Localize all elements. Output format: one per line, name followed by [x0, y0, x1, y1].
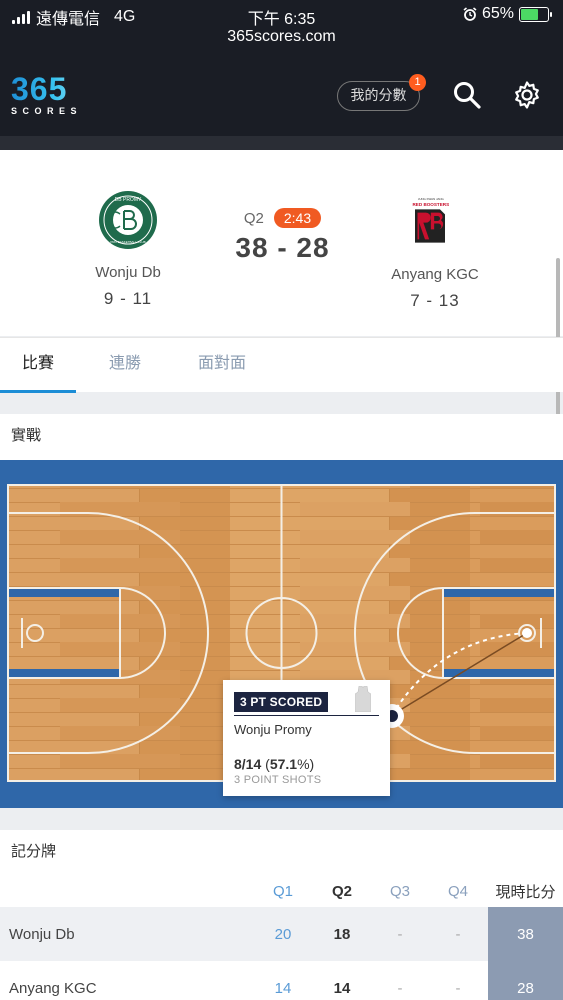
- header-q3: Q3: [389, 883, 410, 900]
- row-team: Anyang KGC: [9, 979, 97, 997]
- header-q1: Q1: [272, 883, 293, 900]
- row-q3: -: [397, 979, 403, 997]
- tab-streaks[interactable]: 連勝: [90, 338, 160, 393]
- table-row: Wonju Db 20 18 - - 38: [0, 907, 563, 961]
- match-tabs: 比賽 連勝 面對面: [0, 337, 563, 393]
- row-q4: -: [455, 925, 461, 943]
- header-total: 現時比分: [495, 884, 556, 901]
- shot-stat-label: 3 POINT SHOTS: [234, 774, 322, 786]
- jersey-icon: [355, 686, 371, 712]
- battery-icon: [519, 6, 552, 22]
- header-q2: Q2: [331, 883, 352, 900]
- my-scores-button[interactable]: 我的分數 1: [337, 74, 426, 111]
- tab-head-to-head[interactable]: 面對面: [180, 338, 264, 393]
- row-q1: 20: [274, 925, 292, 943]
- shot-stat: 8/14 (57.1%): [234, 756, 315, 772]
- my-scores-label: 我的分數: [350, 87, 407, 103]
- svg-text:RED BOOSTERS: RED BOOSTERS: [413, 202, 450, 207]
- svg-text:PRO BASKETBALL CLUB: PRO BASKETBALL CLUB: [110, 240, 145, 244]
- table-row: Anyang KGC 14 14 - - 28: [0, 961, 563, 1000]
- battery-percent: 65%: [481, 5, 514, 22]
- gear-icon[interactable]: [512, 80, 542, 110]
- scoreboard-header: Q1 Q2 Q3 Q4 現時比分: [0, 876, 563, 907]
- header-divider: [0, 136, 563, 150]
- row-total: 38: [488, 907, 563, 961]
- match-score: 38 - 28: [235, 232, 330, 263]
- play-tooltip[interactable]: 3 PT SCORED Wonju Promy 8/14 (57.1%) 3 P…: [223, 680, 390, 796]
- page-url[interactable]: 365scores.com: [0, 28, 563, 46]
- match-header: DB PROMY PRO BASKETBALL CLUB Wonju Db 9 …: [0, 150, 563, 484]
- device-status: 65%: [463, 5, 552, 23]
- svg-text:DB PROMY: DB PROMY: [115, 197, 142, 203]
- row-q1: 14: [274, 979, 292, 997]
- period-label: Q2: [243, 209, 264, 227]
- alarm-icon: [463, 7, 477, 21]
- home-team[interactable]: DB PROMY PRO BASKETBALL CLUB Wonju Db 9 …: [58, 190, 198, 309]
- scoreboard-table: Q1 Q2 Q3 Q4 現時比分 Wonju Db 20 18 - - 38 A…: [0, 876, 563, 1000]
- svg-text:JUNG KWAN JANG: JUNG KWAN JANG: [418, 197, 445, 201]
- home-team-record: 9 - 11: [103, 289, 153, 308]
- row-team: Wonju Db: [9, 925, 75, 943]
- row-q2: 18: [333, 925, 351, 943]
- notification-badge: 1: [409, 74, 426, 91]
- header-q4: Q4: [447, 883, 468, 900]
- row-q3: -: [397, 925, 403, 943]
- live-play-title: 實戰: [0, 414, 563, 460]
- row-q4: -: [455, 979, 461, 997]
- home-team-name: Wonju Db: [95, 264, 161, 281]
- game-clock: 2:43: [273, 208, 322, 228]
- app-logo[interactable]: 365 SCORES: [11, 73, 82, 116]
- away-team-name: Anyang KGC: [391, 266, 479, 283]
- home-team-logo: DB PROMY PRO BASKETBALL CLUB: [99, 191, 157, 249]
- scoreboard-title: 記分牌: [0, 830, 563, 876]
- away-team-logo: JUNG KWAN JANG RED BOOSTERS: [413, 197, 450, 243]
- row-total: 28: [488, 961, 563, 1000]
- away-team[interactable]: JUNG KWAN JANG RED BOOSTERS Anyang KGC 7…: [365, 190, 505, 311]
- status-bar: 遠傳電信 4G 下午 6:35 365scores.com 65%: [0, 0, 563, 58]
- score-block: Q2 2:43 38 - 28: [200, 208, 365, 264]
- app-header: 365 SCORES 我的分數 1: [0, 58, 563, 136]
- search-icon[interactable]: [452, 80, 482, 110]
- player-name: Wonju Promy: [234, 722, 312, 737]
- away-team-record: 7 - 13: [410, 291, 460, 310]
- event-tag: 3 PT SCORED: [234, 692, 329, 712]
- row-q2: 14: [333, 979, 351, 997]
- tab-match[interactable]: 比賽: [0, 338, 76, 393]
